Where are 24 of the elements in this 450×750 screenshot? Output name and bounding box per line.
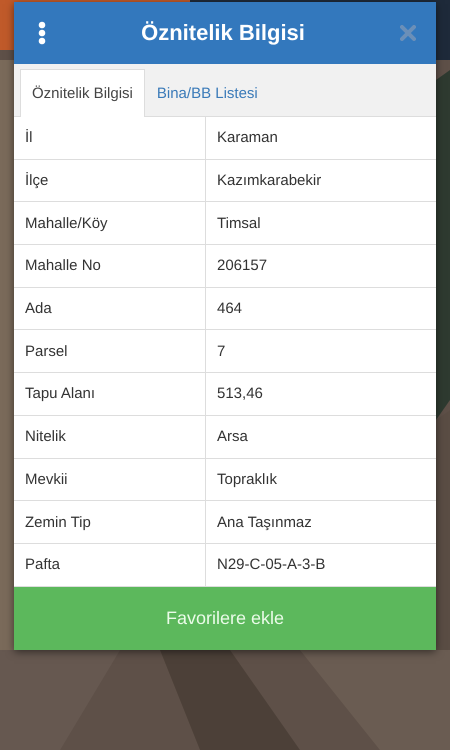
attribute-value: 464: [206, 288, 436, 330]
attribute-name: Parsel: [14, 330, 206, 374]
attribute-name: Tapu Alanı: [14, 373, 206, 416]
attribute-name: Mahalle No: [14, 245, 206, 288]
attribute-value: Timsal: [206, 202, 436, 246]
attribute-value: Ana Taşınmaz: [206, 501, 436, 544]
tab[interactable]: Öznitelik Bilgisi: [20, 69, 145, 117]
attribute-value: Topraklık: [206, 458, 436, 502]
attribute-name: Nitelik: [14, 416, 206, 458]
attribute-value: Arsa: [206, 416, 436, 458]
add-favorites-button[interactable]: Favorilere ekle: [14, 586, 436, 650]
attribute-value: Kazımkarabekir: [206, 160, 436, 202]
attribute-value: Karaman: [206, 117, 436, 160]
attribute-name: Zemin Tip: [14, 501, 206, 544]
dialog-title: Öznitelik Bilgisi: [141, 20, 305, 46]
attribute-name: İlçe: [14, 160, 206, 202]
attribute-name: İl: [14, 117, 206, 160]
attribute-value: 206157: [206, 245, 436, 288]
attribute-name: Ada: [14, 288, 206, 330]
attribute-value: 7: [206, 330, 436, 374]
attribute-name: Mahalle/Köy: [14, 202, 206, 246]
attribute-name: Mevkii: [14, 458, 206, 502]
tab[interactable]: Bina/BB Listesi: [144, 69, 270, 117]
attribute-value: 513,46: [206, 373, 436, 416]
